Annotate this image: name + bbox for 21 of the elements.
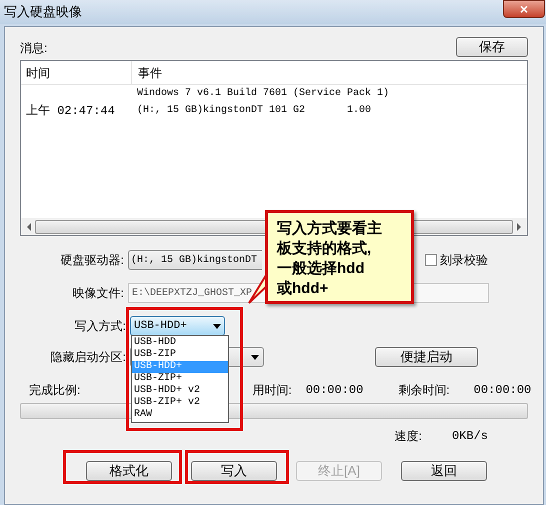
- time-cell: 上午 02:47:44: [26, 104, 115, 118]
- callout-text: 或hdd+: [277, 279, 328, 299]
- callout-text: 板支持的格式,: [277, 239, 372, 259]
- speed-label: 速度:: [394, 428, 422, 445]
- remaining-time: 00:00:00: [474, 382, 532, 399]
- remaining-label: 剩余时间:: [398, 382, 450, 399]
- event-cell-text: (H:, 15 GB)kingstonDT 101 G2 1.00: [136, 104, 372, 118]
- event-cell-text: Windows 7 v6.1 Build 7601 (Service Pack 1): [136, 86, 390, 101]
- image-file-label: 映像文件:: [72, 285, 125, 302]
- speed-value: 0KB/s: [452, 428, 488, 445]
- write-mode-label: 写入方式:: [74, 318, 127, 335]
- hidden-partition-label: 隐藏启动分区:: [50, 349, 127, 366]
- progress-label: 完成比例:: [29, 382, 80, 399]
- elapsed-label: 用时间:: [252, 382, 292, 399]
- elapsed-time: 00:00:00: [306, 382, 364, 399]
- messages-label: 消息:: [20, 40, 48, 57]
- drive-label: 硬盘驱动器:: [60, 252, 125, 269]
- window-title: 写入硬盘映像: [4, 3, 82, 22]
- callout-text: 写入方式要看主: [277, 219, 382, 239]
- verify-label: 刻录校验: [440, 252, 488, 269]
- callout-text: 一般选择hdd: [277, 259, 364, 279]
